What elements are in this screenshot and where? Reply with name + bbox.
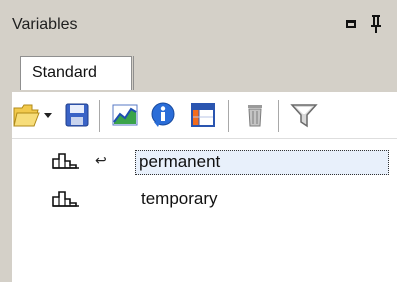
toolbar-separator (278, 100, 279, 132)
toolbar (12, 92, 397, 138)
list-item[interactable]: temporary (12, 183, 397, 213)
info-button[interactable] (148, 100, 178, 130)
table-button[interactable] (188, 100, 218, 130)
graph-button[interactable] (110, 100, 140, 130)
pin-icon[interactable] (369, 14, 387, 33)
info-icon (151, 102, 175, 127)
histogram-icon (52, 153, 80, 169)
open-folder-button[interactable] (12, 100, 56, 130)
variables-panel: Variables Standard ↩ permanent temporary (0, 0, 397, 283)
maximize-icon[interactable] (344, 18, 362, 32)
variable-name: temporary (141, 189, 218, 208)
histogram-icon (52, 191, 80, 207)
tab-standard-label: Standard (32, 64, 97, 81)
panel-title: Variables (12, 16, 78, 33)
panel-titlebar: Variables (0, 0, 397, 46)
list-item[interactable]: ↩ permanent (12, 145, 397, 175)
table-icon (191, 103, 215, 127)
tab-strip: Standard (12, 46, 397, 90)
variable-name: permanent (135, 150, 389, 175)
link-flag-icon: ↩ (95, 153, 107, 169)
tab-separator (133, 56, 134, 90)
filter-icon (290, 104, 318, 128)
filter-button[interactable] (289, 100, 319, 130)
trash-icon (248, 105, 262, 127)
toolbar-separator (228, 100, 229, 132)
delete-button[interactable] (240, 100, 270, 130)
tab-standard[interactable]: Standard (20, 56, 132, 90)
folder-icon (13, 104, 52, 127)
variables-list: ↩ permanent temporary (12, 138, 397, 283)
floppy-disk-icon (65, 103, 89, 127)
graph-icon (112, 104, 138, 126)
toolbar-separator (99, 100, 100, 132)
save-button[interactable] (62, 100, 92, 130)
